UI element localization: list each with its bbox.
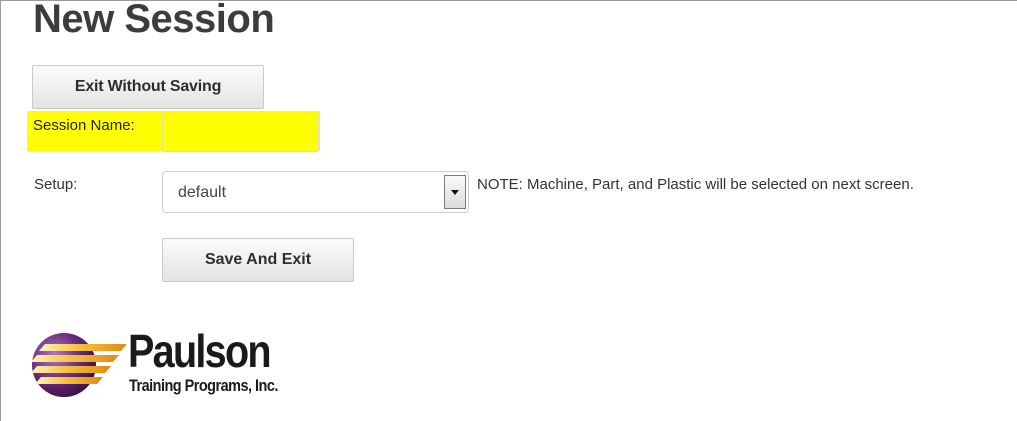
logo-name: Paulson [128,325,272,377]
company-logo: Paulson Training Programs, Inc. [31,325,321,403]
save-and-exit-button[interactable]: Save And Exit [162,238,354,282]
session-name-label: Session Name: [33,117,135,134]
paulson-globe-icon [31,333,126,397]
exit-without-saving-button[interactable]: Exit Without Saving [32,65,264,109]
session-name-input[interactable] [162,113,319,152]
setup-label: Setup: [34,176,78,193]
app-frame: New Session Exit Without Saving Session … [0,0,1017,421]
page-title: New Session [33,0,275,41]
logo-subtitle: Training Programs, Inc. [129,376,278,395]
chevron-down-icon[interactable] [444,175,466,209]
setup-select[interactable]: default [162,171,469,213]
setup-note: NOTE: Machine, Part, and Plastic will be… [477,176,914,193]
setup-select-value: default [178,184,227,201]
